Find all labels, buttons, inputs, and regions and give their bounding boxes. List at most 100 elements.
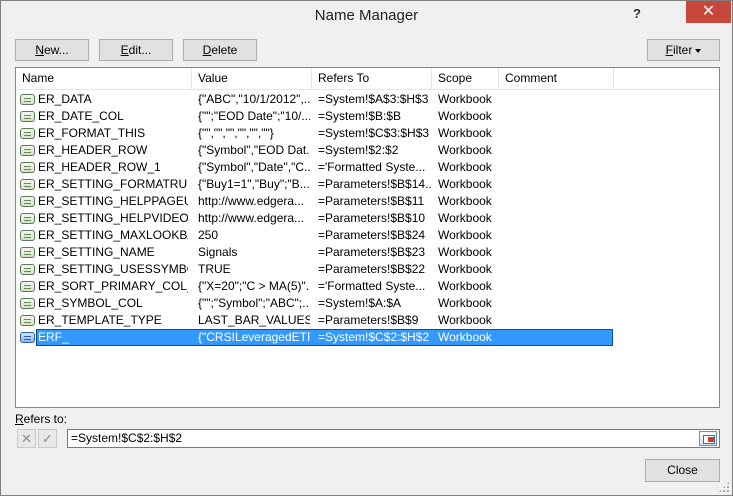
defined-name-icon <box>20 162 35 173</box>
list-item[interactable]: ER_SETTING_USESSYMBOLLIST TRUE =Parameters… <box>16 261 719 278</box>
row-refers-to: =Parameters!$B$10 <box>318 211 426 225</box>
row-scope: Workbook <box>438 228 492 242</box>
delete-button-accel: D <box>202 43 212 57</box>
row-scope: Workbook <box>438 262 492 276</box>
row-name: ER_SETTING_NAME <box>38 245 155 259</box>
row-value: {"";"Symbol";"ABC";... <box>198 296 310 310</box>
column-header-refers-to[interactable]: Refers To <box>312 68 432 89</box>
defined-name-icon <box>20 230 35 241</box>
refers-to-input[interactable]: =System!$C$2:$H$2 <box>67 429 720 448</box>
title-bar: Name Manager ? ✕ <box>1 1 732 32</box>
defined-name-icon <box>20 332 35 343</box>
resize-grip-icon[interactable] <box>718 481 730 493</box>
row-name: ER_SETTING_USESSYMBOLLIST <box>38 262 188 276</box>
row-name: ER_SETTING_FORMATRULES <box>38 177 188 191</box>
column-header-value[interactable]: Value <box>192 68 312 89</box>
row-value: {"CRSILeveragedETF... <box>198 330 310 344</box>
row-value: {"Buy1=1","Buy";"B... <box>198 177 310 191</box>
refers-to-label-text: efers to: <box>23 412 68 426</box>
list-item[interactable]: ER_SETTING_NAME Signals =Parameters!$B$23 W… <box>16 244 719 261</box>
list-item[interactable]: ER_SORT_PRIMARY_COL_ASC {"X=20";"C > MA(5… <box>16 278 719 295</box>
defined-name-icon <box>20 281 35 292</box>
list-item[interactable]: ER_HEADER_ROW_1 {"Symbol","Date","C... ='F… <box>16 159 719 176</box>
row-refers-to: =Parameters!$B$22 <box>318 262 426 276</box>
list-item[interactable]: ER_SETTING_FORMATRULES {"Buy1=1","Buy";"B… <box>16 176 719 193</box>
defined-name-icon-wrap <box>20 145 35 156</box>
defined-name-icon-wrap <box>20 230 35 241</box>
row-name: ER_HEADER_ROW <box>38 143 148 157</box>
new-button-label: ew... <box>43 43 69 57</box>
confirm-edit-icon[interactable]: ✓ <box>38 429 57 448</box>
row-name: ER_SYMBOL_COL <box>38 296 143 310</box>
list-item[interactable]: ER_SETTING_MAXLOOKBACK 250 =Parameters!$B$… <box>16 227 719 244</box>
column-header-comment[interactable]: Comment <box>499 68 614 89</box>
defined-name-icon <box>20 179 35 190</box>
row-value: {"","","","","",""} <box>198 126 274 140</box>
cancel-edit-icon[interactable]: ✕ <box>17 429 36 448</box>
row-value: {"";"EOD Date";"10/... <box>198 109 310 123</box>
row-name: ER_SETTING_MAXLOOKBACK <box>38 228 188 242</box>
new-button-accel: N <box>35 43 44 57</box>
defined-name-icon <box>20 128 35 139</box>
row-value: http://www.edgera... <box>198 194 305 208</box>
column-header-name[interactable]: Name <box>16 68 192 89</box>
list-item[interactable]: ER_SYMBOL_COL {"";"Symbol";"ABC";... =Syst… <box>16 295 719 312</box>
list-item[interactable]: ER_DATE_COL {"";"EOD Date";"10/... =System… <box>16 108 719 125</box>
row-scope: Workbook <box>438 143 492 157</box>
row-refers-to: =System!$B:$B <box>318 109 402 123</box>
row-value: {"Symbol","Date","C... <box>198 160 310 174</box>
column-header-scope[interactable]: Scope <box>432 68 499 89</box>
row-refers-to: =Parameters!$B$14... <box>318 177 432 191</box>
collapse-dialog-icon[interactable] <box>699 431 717 446</box>
row-name: ERF_ <box>38 330 69 344</box>
dialog-title: Name Manager <box>314 7 419 24</box>
list-item[interactable]: ER_HEADER_ROW {"Symbol","EOD Dat... =Syste… <box>16 142 719 159</box>
row-refers-to: =System!$C$3:$H$3 <box>318 126 430 140</box>
defined-name-icon-wrap <box>20 179 35 190</box>
filter-button-label: ilter <box>673 43 693 57</box>
names-list[interactable]: Name Value Refers To Scope Comment ER_DA… <box>15 67 720 408</box>
defined-name-icon-wrap <box>20 196 35 207</box>
help-button[interactable]: ? <box>627 4 647 24</box>
row-scope: Workbook <box>438 160 492 174</box>
row-refers-to: ='Formatted Syste... <box>318 160 426 174</box>
list-header: Name Value Refers To Scope Comment <box>16 68 719 90</box>
list-item[interactable]: ERF_ {"CRSILeveragedETF... =System!$C$2:$H… <box>16 329 719 346</box>
defined-name-icon-wrap <box>20 298 35 309</box>
delete-button-label: elete <box>211 43 238 57</box>
row-scope: Workbook <box>438 177 492 191</box>
row-refers-to: =System!$C$2:$H$2 <box>318 330 430 344</box>
new-button[interactable]: New... <box>15 39 89 61</box>
row-refers-to: ='Formatted Syste... <box>318 279 426 293</box>
row-refers-to: =System!$A$3:$H$3 <box>318 92 429 106</box>
row-scope: Workbook <box>438 126 492 140</box>
defined-name-icon <box>20 111 35 122</box>
refers-to-label: Refers to: <box>15 412 67 426</box>
refers-to-accel: R <box>15 412 24 426</box>
list-item[interactable]: ER_TEMPLATE_TYPE LAST_BAR_VALUES =Paramete… <box>16 312 719 329</box>
row-refers-to: =Parameters!$B$24 <box>318 228 426 242</box>
name-manager-dialog: Name Manager ? ✕ New... Edit... Delete F… <box>0 0 733 496</box>
list-item[interactable]: ER_FORMAT_THIS {"","","","","",""} =System… <box>16 125 719 142</box>
filter-button-accel: F <box>665 43 673 57</box>
defined-name-icon <box>20 94 35 105</box>
close-button[interactable]: Close <box>645 459 720 482</box>
list-item[interactable]: ER_SETTING_HELPPAGEURL http://www.edgera.… <box>16 193 719 210</box>
defined-name-icon <box>20 196 35 207</box>
row-name: ER_DATE_COL <box>38 109 124 123</box>
edit-button[interactable]: Edit... <box>99 39 173 61</box>
row-name: ER_TEMPLATE_TYPE <box>38 313 162 327</box>
list-item[interactable]: ER_SETTING_HELPVIDEOURL http://www.edgera… <box>16 210 719 227</box>
row-name: ER_SORT_PRIMARY_COL_ASC <box>38 279 188 293</box>
delete-button[interactable]: Delete <box>183 39 257 61</box>
defined-name-icon-wrap <box>20 247 35 258</box>
list-item[interactable]: ER_DATA {"ABC","10/1/2012",... =System!$A$… <box>16 91 719 108</box>
row-refers-to: =System!$2:$2 <box>318 143 399 157</box>
window-close-button[interactable]: ✕ <box>686 1 731 23</box>
defined-name-icon-wrap <box>20 264 35 275</box>
row-name: ER_DATA <box>38 92 92 106</box>
row-value: {"X=20";"C > MA(5)"... <box>198 279 310 293</box>
row-scope: Workbook <box>438 245 492 259</box>
filter-button[interactable]: Filter <box>647 39 720 61</box>
defined-name-icon-wrap <box>20 94 35 105</box>
